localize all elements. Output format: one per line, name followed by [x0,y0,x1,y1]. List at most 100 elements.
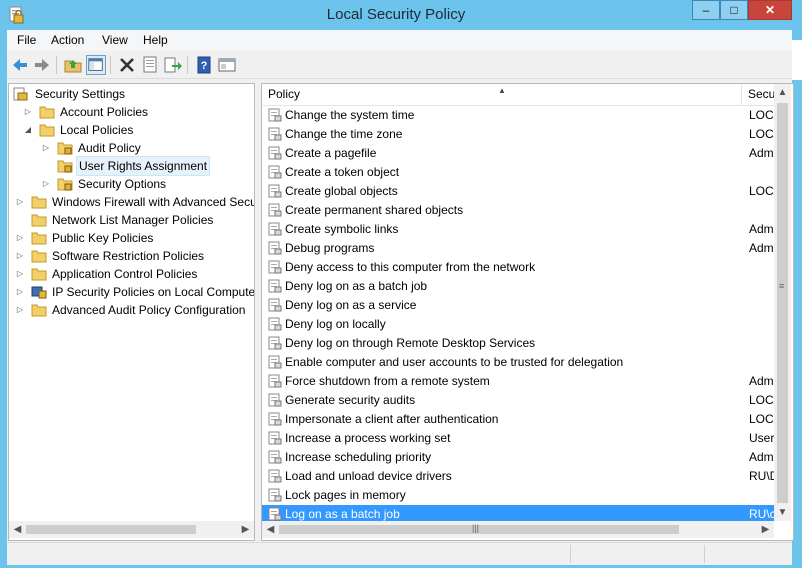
policy-row[interactable]: Create permanent shared objects [262,201,774,220]
scroll-left-button[interactable]: ◀ [262,521,279,538]
scroll-right-button[interactable]: ▶ [237,521,254,538]
scroll-thumb[interactable] [777,103,788,503]
scroll-left-button[interactable]: ◀ [9,521,26,538]
status-bar [7,542,792,565]
menu-view[interactable]: View [102,33,128,47]
policy-row[interactable]: Impersonate a client after authenticatio… [262,410,779,429]
policy-row[interactable]: Deny log on through Remote Desktop Servi… [262,334,774,353]
policy-row[interactable]: Generate security audits LOCA [262,391,779,410]
scroll-right-button[interactable]: ▶ [757,521,774,538]
policy-icon [268,203,282,217]
policy-icon [268,507,282,521]
policy-row[interactable]: Lock pages in memory [262,486,774,505]
expand-arrow-icon[interactable]: ▷ [15,265,25,283]
export-list-icon[interactable] [163,55,183,75]
list-header: Policy ▲ Secur [262,84,779,106]
policy-row[interactable]: Load and unload device drivers RU\DI [262,467,779,486]
policy-row[interactable]: Create a pagefile Admi [262,144,776,163]
delete-icon[interactable] [117,55,137,75]
policy-row[interactable]: Create global objects LOCA [262,182,779,201]
policy-row[interactable]: Force shutdown from a remote system Admi [262,372,776,391]
tree-label: Security Options [78,177,167,191]
scroll-thumb[interactable] [26,525,196,534]
app-window: Local Security Policy – □ ✕ File Action … [0,0,794,568]
help-icon[interactable]: ? [194,55,214,75]
policy-icon [268,127,282,141]
maximize-button[interactable]: □ [720,0,748,20]
policy-name: Deny log on as a batch job [285,279,428,293]
menu-file[interactable]: File [17,33,36,47]
policy-name: Change the system time [285,108,415,122]
properties-icon[interactable] [140,55,160,75]
window-title: Local Security Policy [326,6,466,23]
up-folder-icon[interactable] [63,55,83,75]
policy-row[interactable]: Change the system time LOCA [262,106,779,125]
policy-name: Increase a process working set [285,431,451,445]
policy-name: Create global objects [285,184,398,198]
background-window-edge [792,40,802,80]
tree-label: User Rights Assignment [76,156,211,176]
policy-icon [268,298,282,312]
policy-row[interactable]: Create symbolic links Admi [262,220,776,239]
expand-arrow-icon[interactable]: ▷ [15,301,25,319]
policy-icon [268,469,282,483]
folder-icon [31,267,47,281]
column-security-setting[interactable]: Secur [742,84,779,105]
policy-row[interactable]: Increase scheduling priority Admi [262,448,776,467]
expand-arrow-icon[interactable]: ▷ [15,247,25,265]
policy-row[interactable]: Deny log on locally [262,315,774,334]
minimize-button[interactable]: – [692,0,720,20]
policy-row[interactable]: Change the time zone LOCA [262,125,779,144]
policy-name: Deny log on through Remote Desktop Servi… [285,336,536,350]
policy-icon [268,279,282,293]
menu-action[interactable]: Action [51,33,84,47]
folder-icon [39,123,55,137]
tree-horizontal-scrollbar[interactable]: ◀ ▶ [9,521,254,538]
folder-icon [31,231,47,245]
scroll-grip-icon: ≡ [779,281,785,291]
show-hide-tree-icon[interactable] [86,55,106,75]
list-vertical-scrollbar[interactable]: ▲ ≡ ▼ [774,84,791,521]
scroll-down-button[interactable]: ▼ [774,504,791,521]
collapse-arrow-icon[interactable]: ◢ [23,121,33,139]
policy-row[interactable]: Enable computer and user accounts to be … [262,353,774,372]
policy-row[interactable]: Deny log on as a service [262,296,774,315]
expand-arrow-icon[interactable]: ▷ [41,139,51,157]
expand-arrow-icon[interactable]: ▷ [41,175,51,193]
policy-name: Enable computer and user accounts to be … [285,355,624,369]
policy-row[interactable]: Debug programs Admi [262,239,776,258]
status-cell [704,545,790,563]
expand-arrow-icon[interactable]: ▷ [15,193,25,211]
policy-row[interactable]: Increase a process working setUsers, [262,429,779,448]
tree-label: Local Policies [60,123,134,137]
policy-row[interactable]: Deny access to this computer from the ne… [262,258,774,277]
close-button[interactable]: ✕ [748,0,792,20]
policy-row[interactable]: Create a token object [262,163,774,182]
policy-row[interactable]: Deny log on as a batch job [262,277,774,296]
tree-label: IP Security Policies on Local Compute [52,285,255,299]
forward-icon[interactable] [32,55,52,75]
menu-help[interactable]: Help [143,33,168,47]
expand-arrow-icon[interactable]: ▷ [23,103,33,121]
policy-icon [268,374,282,388]
policy-name: Impersonate a client after authenticatio… [285,412,499,426]
console-tree: Security Settings ▷ Account Policies ◢ Loca… [8,83,255,541]
title-bar[interactable]: Local Security Policy – □ ✕ [0,0,792,30]
menu-bar: File Action View Help [7,30,792,51]
list-horizontal-scrollbar[interactable]: ◀ ||| ▶ [262,521,774,538]
expand-arrow-icon[interactable]: ▷ [15,283,25,301]
policy-icon [268,431,282,445]
console-view-icon[interactable] [217,55,237,75]
policy-name: Load and unload device drivers [285,469,452,483]
policy-name: Change the time zone [285,127,403,141]
policy-folder-icon [57,177,73,191]
policy-icon [268,260,282,274]
scroll-up-button[interactable]: ▲ [774,84,791,101]
back-icon[interactable] [10,55,30,75]
expand-arrow-icon[interactable]: ▷ [15,229,25,247]
policy-icon [268,488,282,502]
folder-icon [31,303,47,317]
toolbar-separator [187,56,188,74]
scroll-grip-icon: ||| [472,523,480,533]
policy-icon [268,336,282,350]
